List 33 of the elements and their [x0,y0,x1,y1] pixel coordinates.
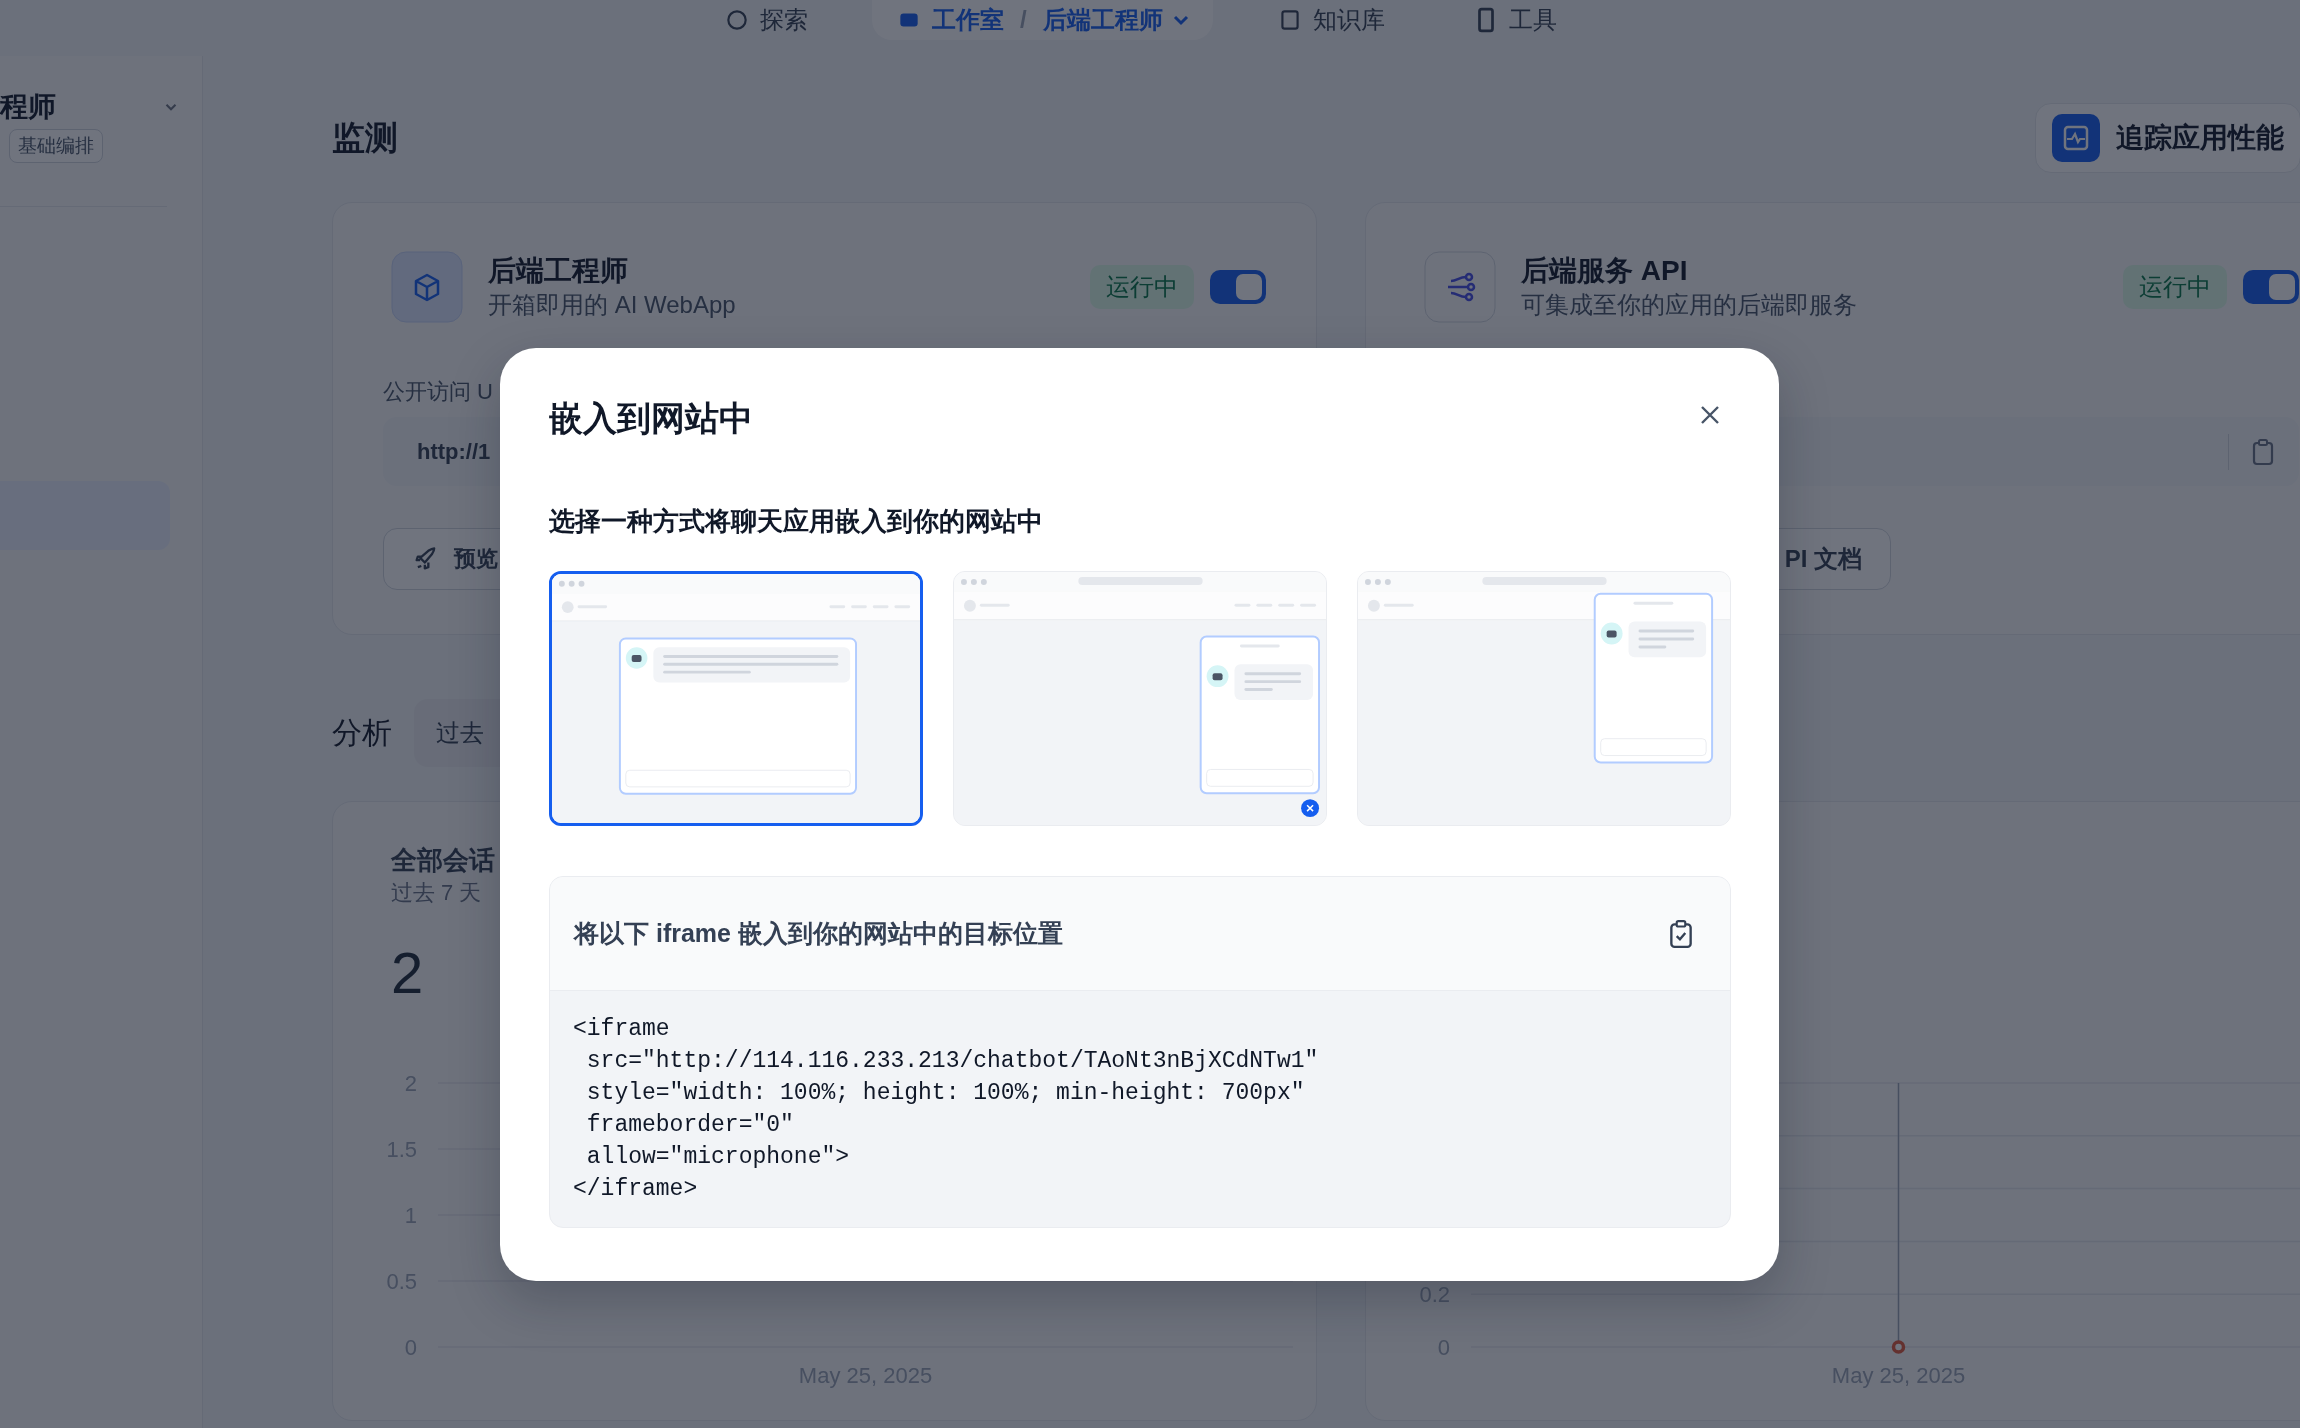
cube-icon [391,251,463,323]
nav-icon [724,7,750,33]
nav-tab[interactable]: 知识库 [1252,0,1409,40]
mode-tag: 基础编排 [9,129,103,163]
pulse-icon [2052,114,2100,162]
clipboard-icon[interactable] [2251,437,2275,466]
dialog-title: 嵌入到网站中 [549,398,753,439]
total-value: 2 [391,939,425,1007]
trace-performance-button[interactable]: 追踪应用性能 [2035,103,2300,173]
clipboard-check-icon[interactable] [1668,918,1694,949]
card-title: 后端服务 API [1521,254,1689,288]
chart-title: 全部会话 [391,844,496,877]
app-name: 程师 [0,90,56,124]
section-title: 监测 [332,117,398,158]
embed-code: <iframe src="http://114.116.233.213/chatbot/TAoNt3nBjXCdNTw1" style="width: 100%; height: 100%; min-height: 700px" frameborder="0" allow="microphone"> </iframe> [572,1015,1320,1204]
dialog-subtitle: 选择一种方式将聊天应用嵌入到你的网站中 [549,505,1044,538]
toggle-switch[interactable] [2243,270,2299,304]
nav-tab[interactable]: 工具 [1448,0,1581,40]
nav-tab[interactable]: 探索 [700,0,832,40]
status-badge: 运行中 [2123,265,2227,309]
toggle-switch[interactable] [1210,270,1266,304]
chart-subtitle: 过去 7 天 [391,879,483,907]
status-badge: 运行中 [1090,265,1194,309]
embed-option[interactable] [549,571,923,826]
section-title: 分析 [332,714,392,751]
card-subtitle: 开箱即用的 AI WebApp [488,290,737,320]
nav-tab[interactable]: 工作室 / 后端工程师 [872,0,1213,40]
card-subtitle: 可集成至你的应用的后端即服务 [1521,290,1858,320]
card-title: 后端工程师 [488,254,629,288]
field-label: 公开访问 U [383,378,494,406]
code-label: 将以下 iframe 嵌入到你的网站中的目标位置 [574,918,1063,949]
api-icon [1424,251,1496,323]
close-icon[interactable] [1699,404,1721,426]
